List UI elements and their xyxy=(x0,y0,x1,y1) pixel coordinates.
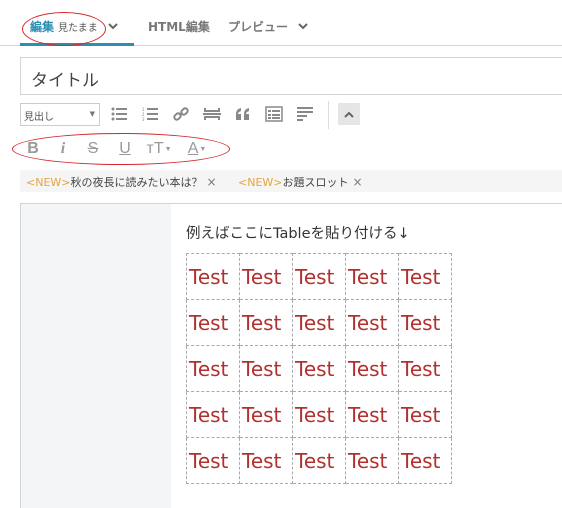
table-cell[interactable]: Test xyxy=(398,437,452,484)
table-cell[interactable]: Test xyxy=(239,391,293,438)
quote-icon[interactable] xyxy=(233,104,253,124)
svg-text:3: 3 xyxy=(142,117,145,121)
tag-label: お題スロット xyxy=(282,176,349,189)
table-row: Test Test Test Test Test xyxy=(186,345,452,392)
table-cell[interactable]: Test xyxy=(292,437,346,484)
close-icon[interactable]: × xyxy=(353,175,363,189)
chevron-up-icon xyxy=(344,111,354,118)
table-cell[interactable]: Test xyxy=(345,437,399,484)
table-cell[interactable]: Test xyxy=(345,299,399,346)
tag-new-badge: <NEW> xyxy=(238,175,283,189)
topic-tag[interactable]: <NEW> お題スロット × xyxy=(238,174,363,190)
tag-new-badge: <NEW> xyxy=(26,175,71,189)
editor-area[interactable]: 例えばここにTableを貼り付ける↓ Test Test Test Test Test T… xyxy=(20,203,562,508)
table-of-contents-icon[interactable] xyxy=(264,104,284,124)
heading-select-value: 見出し xyxy=(24,112,54,123)
topic-tag[interactable]: <NEW> 秋の夜長に読みたい本は？ × xyxy=(26,174,217,190)
link-icon[interactable] xyxy=(171,104,191,124)
heading-select[interactable]: 見出し ▼ xyxy=(20,103,100,126)
collapse-toolbar-button[interactable] xyxy=(338,103,360,125)
table-cell[interactable]: Test xyxy=(186,253,240,300)
table-cell[interactable]: Test xyxy=(345,391,399,438)
editor-tabs: 編集 見たまま HTML編集 プレビュー xyxy=(0,0,562,46)
table-cell[interactable]: Test xyxy=(345,253,399,300)
bulleted-list-icon[interactable] xyxy=(109,104,129,124)
content-table[interactable]: Test Test Test Test Test Test Test Test Test Test… xyxy=(186,253,452,484)
annotation-circle xyxy=(22,12,106,46)
table-cell[interactable]: Test xyxy=(239,345,293,392)
table-cell[interactable]: Test xyxy=(292,345,346,392)
toolbar-divider xyxy=(328,101,329,129)
table-row: Test Test Test Test Test xyxy=(186,299,452,346)
chevron-down-icon[interactable] xyxy=(108,20,118,33)
table-cell[interactable]: Test xyxy=(186,345,240,392)
table-cell[interactable]: Test xyxy=(398,253,452,300)
horizontal-rule-icon[interactable] xyxy=(295,104,315,124)
tag-label: 秋の夜長に読みたい本は？ xyxy=(70,176,203,189)
table-cell[interactable]: Test xyxy=(186,437,240,484)
table-cell[interactable]: Test xyxy=(186,391,240,438)
toolbar: 見出し ▼ 123 xyxy=(20,101,562,129)
editor-body[interactable]: 例えばここにTableを貼り付ける↓ Test Test Test Test Test T… xyxy=(186,222,452,484)
table-row: Test Test Test Test Test xyxy=(186,437,452,484)
table-cell[interactable]: Test xyxy=(398,299,452,346)
editor-gutter xyxy=(21,204,171,508)
table-cell[interactable]: Test xyxy=(292,391,346,438)
topic-tags-bar: <NEW> 秋の夜長に読みたい本は？ × <NEW> お題スロット × xyxy=(20,170,562,192)
numbered-list-icon[interactable]: 123 xyxy=(140,104,160,124)
tab-preview-label: プレビュー xyxy=(228,20,289,34)
table-row: Test Test Test Test Test xyxy=(186,391,452,438)
lead-text: 例えばここにTableを貼り付ける↓ xyxy=(186,226,410,242)
table-cell[interactable]: Test xyxy=(398,345,452,392)
more-separator-icon[interactable] xyxy=(202,104,222,124)
table-cell[interactable]: Test xyxy=(186,299,240,346)
table-cell[interactable]: Test xyxy=(239,253,293,300)
chevron-down-icon[interactable] xyxy=(298,20,308,33)
table-cell[interactable]: Test xyxy=(398,391,452,438)
table-cell[interactable]: Test xyxy=(292,253,346,300)
table-row: Test Test Test Test Test xyxy=(186,253,452,300)
tab-html-edit[interactable]: HTML編集 xyxy=(148,18,210,35)
dropdown-arrow-icon: ▼ xyxy=(89,110,95,118)
close-icon[interactable]: × xyxy=(207,175,217,189)
table-cell[interactable]: Test xyxy=(292,299,346,346)
table-cell[interactable]: Test xyxy=(239,437,293,484)
table-cell[interactable]: Test xyxy=(239,299,293,346)
tab-preview[interactable]: プレビュー xyxy=(228,18,308,35)
annotation-circle xyxy=(12,133,230,165)
table-cell[interactable]: Test xyxy=(345,345,399,392)
title-input[interactable]: タイトル xyxy=(20,57,562,95)
